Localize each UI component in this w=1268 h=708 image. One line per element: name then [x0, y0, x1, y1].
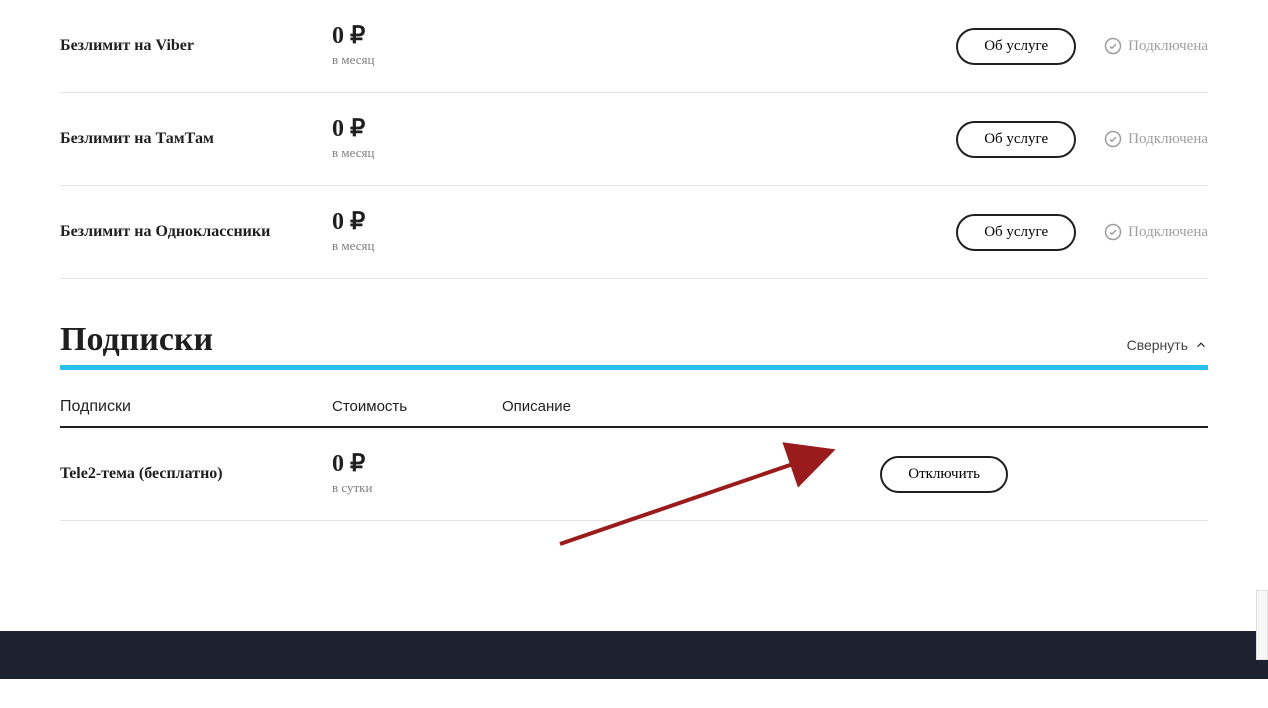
service-name: Безлимит на ТамТам [60, 130, 332, 148]
check-circle-icon [1104, 223, 1122, 241]
status-badge: Подключена [1104, 37, 1208, 55]
chevron-up-icon [1194, 338, 1208, 352]
service-period: в месяц [332, 238, 502, 254]
check-circle-icon [1104, 37, 1122, 55]
about-service-button[interactable]: Об услуге [956, 28, 1076, 65]
col-header-cost: Стоимость [332, 398, 502, 416]
section-underline [60, 365, 1208, 370]
service-row: Безлимит на Viber 0 ₽ в месяц Об услуге … [60, 0, 1208, 93]
subscription-period: в сутки [332, 480, 502, 496]
page-footer [0, 631, 1268, 679]
col-header-name: Подписки [60, 398, 332, 416]
service-name: Безлимит на Одноклассники [60, 223, 332, 241]
about-service-button[interactable]: Об услуге [956, 214, 1076, 251]
service-price: 0 ₽ [332, 117, 502, 141]
service-period: в месяц [332, 145, 502, 161]
service-row: Безлимит на ТамТам 0 ₽ в месяц Об услуге… [60, 93, 1208, 186]
service-period: в месяц [332, 52, 502, 68]
subscription-price: 0 ₽ [332, 452, 502, 476]
disable-button[interactable]: Отключить [880, 456, 1008, 493]
col-header-desc: Описание [502, 398, 1208, 416]
annotation-arrow-icon [540, 434, 880, 554]
status-badge: Подключена [1104, 223, 1208, 241]
status-text: Подключена [1128, 38, 1208, 55]
service-price: 0 ₽ [332, 210, 502, 234]
status-text: Подключена [1128, 224, 1208, 241]
service-name: Безлимит на Viber [60, 37, 332, 55]
subscription-name: Tele2-тема (бесплатно) [60, 465, 332, 483]
scrollbar-stub [1256, 590, 1268, 660]
service-price: 0 ₽ [332, 24, 502, 48]
status-text: Подключена [1128, 131, 1208, 148]
subscriptions-header: Подписки Свернуть [60, 321, 1208, 359]
subscriptions-table-head: Подписки Стоимость Описание [60, 388, 1208, 428]
service-row: Безлимит на Одноклассники 0 ₽ в месяц Об… [60, 186, 1208, 279]
section-title: Подписки [60, 321, 213, 359]
check-circle-icon [1104, 130, 1122, 148]
about-service-button[interactable]: Об услуге [956, 121, 1076, 158]
collapse-label: Свернуть [1127, 337, 1188, 353]
collapse-toggle[interactable]: Свернуть [1127, 337, 1208, 353]
subscription-row: Tele2-тема (бесплатно) 0 ₽ в сутки Отклю… [60, 428, 1208, 521]
status-badge: Подключена [1104, 130, 1208, 148]
